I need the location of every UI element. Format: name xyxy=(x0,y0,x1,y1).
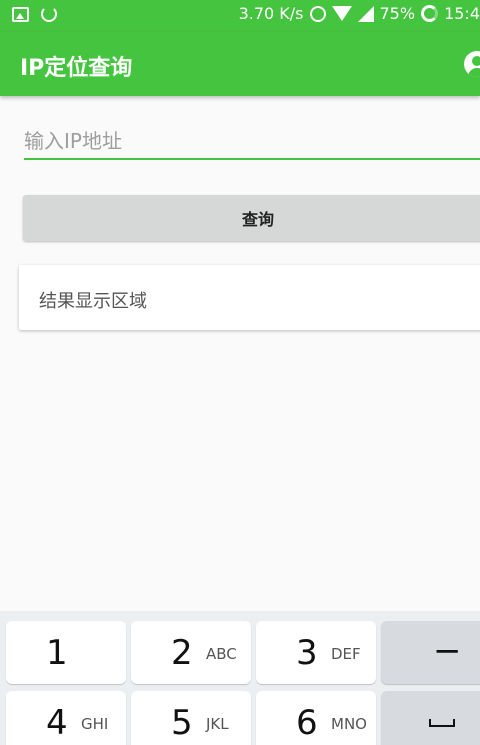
key-3[interactable]: 3 DEF xyxy=(256,621,376,684)
swirl-icon xyxy=(41,6,57,22)
query-button[interactable]: 查询 xyxy=(23,195,480,241)
key-2[interactable]: 2 ABC xyxy=(131,621,251,684)
numeric-keyboard: 1 2 ABC 3 DEF − 4 GHI 5 JKL 6 MNO xyxy=(0,611,480,745)
result-text: 结果显示区域 xyxy=(39,291,147,312)
result-card: 结果显示区域 xyxy=(19,265,480,330)
page-title: IP定位查询 xyxy=(20,56,133,81)
key-minus[interactable]: − xyxy=(381,621,480,684)
wifi-icon xyxy=(331,6,352,21)
signal-icon xyxy=(357,5,374,22)
space-icon xyxy=(429,719,455,727)
status-bar: 3.70 K/s 75% 15:4 xyxy=(0,0,480,32)
battery-percent: 75% xyxy=(379,4,416,23)
status-right: 3.70 K/s 75% 15:4 xyxy=(239,4,480,23)
key-letters: JKL xyxy=(206,715,229,733)
key-letters: MNO xyxy=(331,715,367,733)
key-number: 1 xyxy=(46,633,68,673)
key-number: 2 xyxy=(171,633,193,673)
key-1[interactable]: 1 xyxy=(6,621,126,684)
clock: 15:4 xyxy=(444,4,480,23)
key-6[interactable]: 6 MNO xyxy=(256,691,376,745)
alarm-icon xyxy=(309,5,326,22)
key-number: 5 xyxy=(171,703,193,743)
status-left xyxy=(12,6,57,22)
key-number: 6 xyxy=(296,703,318,743)
key-letters: DEF xyxy=(331,645,361,663)
key-letters: GHI xyxy=(81,715,109,733)
account-circle-icon[interactable] xyxy=(464,51,480,77)
key-number: 4 xyxy=(46,703,68,743)
key-letters: ABC xyxy=(206,645,237,663)
key-number: 3 xyxy=(296,633,318,673)
battery-icon xyxy=(421,5,439,22)
minus-icon: − xyxy=(433,631,462,671)
ip-address-input[interactable] xyxy=(24,124,480,160)
app-bar: IP定位查询 xyxy=(0,32,480,96)
key-5[interactable]: 5 JKL xyxy=(131,691,251,745)
key-4[interactable]: 4 GHI xyxy=(6,691,126,745)
image-icon xyxy=(12,6,29,22)
key-space[interactable] xyxy=(381,691,480,745)
network-speed: 3.70 K/s xyxy=(238,4,304,23)
